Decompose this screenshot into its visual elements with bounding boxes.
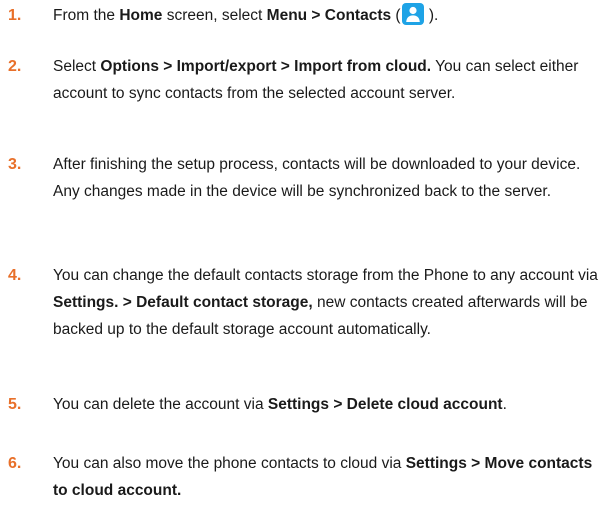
step-number: 1. <box>8 7 22 24</box>
step-text: You can also move the phone contacts to … <box>53 455 593 499</box>
step-text: You can delete the account via Settings … <box>53 396 507 413</box>
step-number: 6. <box>8 455 22 472</box>
step-text: Select Options > Import/export > Import … <box>53 58 579 102</box>
step-number: 5. <box>8 396 22 413</box>
instruction-steps: 1. From the Home screen, select Menu > C… <box>0 0 609 509</box>
step-number: 4. <box>8 267 22 284</box>
step-text: From the Home screen, select Menu > Cont… <box>53 2 603 29</box>
step-number: 2. <box>8 58 22 75</box>
step-text: After finishing the setup process, conta… <box>53 156 581 200</box>
step-number: 3. <box>8 156 22 173</box>
step-text: You can change the default contacts stor… <box>53 267 598 338</box>
contacts-icon <box>401 3 424 25</box>
